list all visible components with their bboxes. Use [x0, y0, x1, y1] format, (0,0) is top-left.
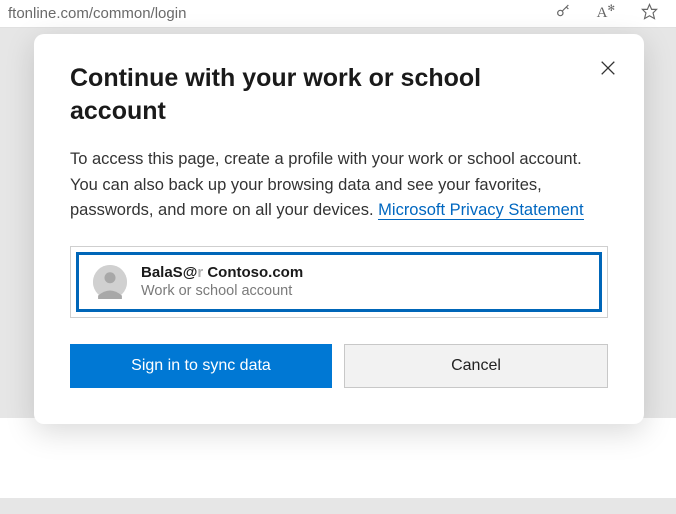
page-content [0, 418, 676, 498]
toolbar-icons: A✻ [555, 3, 668, 25]
email-domain: Contoso.com [203, 264, 303, 281]
account-card-outer: BalaS@r Contoso.com Work or school accou… [70, 246, 608, 318]
account-text: BalaS@r Contoso.com Work or school accou… [141, 263, 303, 301]
cancel-button[interactable]: Cancel [344, 344, 608, 388]
url-text: ftonline.com/common/login [8, 5, 555, 22]
dialog-body: To access this page, create a profile wi… [70, 147, 608, 224]
privacy-link[interactable]: Microsoft Privacy Statement [378, 201, 583, 220]
close-button[interactable] [594, 54, 622, 82]
profile-sync-dialog: Continue with your work or school accoun… [34, 34, 644, 424]
account-option[interactable]: BalaS@r Contoso.com Work or school accou… [76, 252, 602, 312]
close-icon [599, 59, 617, 77]
address-bar: ftonline.com/common/login A✻ [0, 0, 676, 28]
account-email: BalaS@r Contoso.com [141, 263, 303, 283]
text-size-icon[interactable]: A✻ [597, 3, 615, 25]
favorite-icon[interactable] [641, 3, 658, 25]
dialog-title: Continue with your work or school accoun… [70, 62, 608, 127]
account-type: Work or school account [141, 282, 303, 301]
avatar [93, 265, 127, 299]
person-icon [93, 265, 127, 299]
key-icon[interactable] [555, 3, 571, 25]
sign-in-button[interactable]: Sign in to sync data [70, 344, 332, 388]
button-row: Sign in to sync data Cancel [70, 344, 608, 388]
email-prefix: BalaS@ [141, 264, 197, 281]
